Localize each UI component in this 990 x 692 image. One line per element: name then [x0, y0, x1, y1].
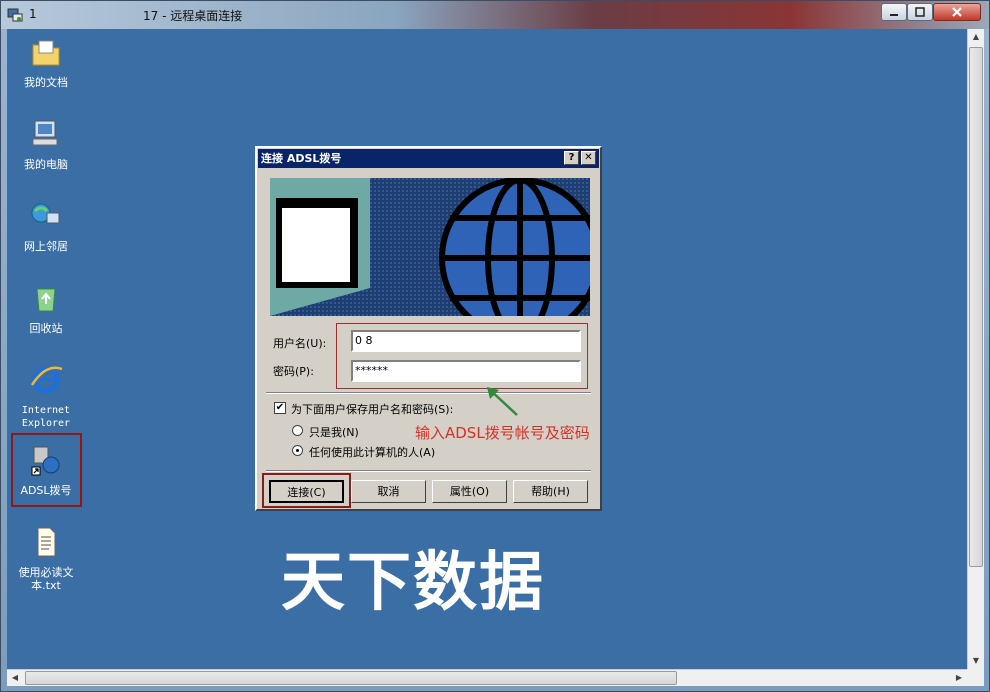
adsl-connect-dialog: 连接 ADSL拨号 ? ✕ 用户名(U): 0 8 密码(P): ****** [255, 146, 602, 511]
dialog-title: 连接 ADSL拨号 [258, 149, 599, 168]
desktop-icon-internet-explorer[interactable]: Internet Explorer [9, 363, 83, 430]
desktop-icon-label: 回收站 [29, 322, 63, 335]
annotation-text: 输入ADSL拨号帐号及密码 [415, 424, 590, 442]
desktop-icon-my-documents[interactable]: 我的文档 [9, 35, 83, 89]
radio-anyone-label: 任何使用此计算机的人(A) [309, 446, 436, 459]
credentials-highlight-box [336, 323, 588, 389]
vertical-scrollbar[interactable]: ▲ ▼ [967, 29, 984, 669]
dialog-close-button[interactable]: ✕ [581, 151, 596, 165]
recycle-bin-icon [36, 288, 56, 312]
separator [266, 392, 591, 394]
close-icon [952, 7, 962, 17]
desktop-icon-label: 我的文档 [24, 76, 68, 89]
desktop-icon-text-file[interactable]: 使用必读文本.txt [9, 525, 83, 592]
folder-icon [32, 40, 60, 66]
maximize-button[interactable] [907, 3, 933, 21]
save-credentials-checkbox[interactable]: ✔ [274, 402, 286, 414]
close-icon: ✕ [584, 152, 593, 163]
network-icon [31, 203, 60, 224]
maximize-icon [915, 7, 925, 17]
desktop-icon-label: Internet Explorer [21, 405, 71, 429]
desktop-icon-label: 网上邻居 [24, 240, 68, 253]
scroll-left-arrow-icon[interactable]: ◀ [7, 670, 23, 686]
checkmark-icon: ✔ [275, 402, 285, 413]
scroll-down-arrow-icon[interactable]: ▼ [968, 653, 984, 669]
dialup-banner-image [270, 178, 590, 316]
separator [266, 470, 591, 472]
remote-desktop-icon [7, 8, 23, 22]
scroll-right-arrow-icon[interactable]: ▶ [951, 670, 967, 686]
window-number: 1 [29, 7, 37, 21]
close-button[interactable] [933, 3, 981, 21]
scrollbar-corner [967, 669, 984, 686]
adsl-icon-highlight-box [11, 433, 82, 507]
help-button[interactable]: 帮助(H) [513, 480, 588, 503]
desktop-icon-network-places[interactable]: 网上邻居 [9, 199, 83, 253]
desktop-icon-my-computer[interactable]: 我的电脑 [9, 117, 83, 171]
username-label: 用户名(U): [273, 337, 327, 350]
properties-button[interactable]: 属性(O) [432, 480, 507, 503]
text-file-icon [37, 527, 56, 557]
connect-highlight-box [262, 473, 351, 508]
dialog-help-button[interactable]: ? [564, 151, 579, 165]
title-bar[interactable]: 1 17 - 远程桌面连接 [1, 1, 989, 29]
question-icon: ? [568, 152, 575, 163]
desktop-icon-label: 使用必读文本.txt [18, 566, 74, 592]
horizontal-scrollbar[interactable]: ◀ ▶ [7, 669, 967, 686]
annotation-arrow-icon [487, 387, 518, 416]
computer-icon [32, 120, 58, 146]
cancel-button[interactable]: 取消 [351, 480, 426, 503]
scroll-up-arrow-icon[interactable]: ▲ [968, 29, 984, 45]
minimize-button[interactable] [881, 3, 907, 21]
radio-anyone[interactable] [292, 445, 303, 456]
desktop-icon-recycle-bin[interactable]: 回收站 [9, 281, 83, 335]
radio-only-me[interactable] [292, 425, 303, 436]
window-title: 17 - 远程桌面连接 [143, 9, 243, 23]
password-label: 密码(P): [273, 365, 314, 378]
watermark-text: 天下数据 [281, 546, 545, 620]
radio-only-me-label: 只是我(N) [309, 426, 359, 439]
desktop-icon-label: 我的电脑 [24, 158, 68, 171]
internet-explorer-icon [30, 366, 63, 394]
remote-desktop-window: 1 17 - 远程桌面连接 我的文档 我的电脑 网上邻居 回收站 Interne… [0, 0, 990, 692]
minimize-icon [890, 14, 898, 16]
horizontal-scroll-thumb[interactable] [25, 671, 677, 685]
save-credentials-label: 为下面用户保存用户名和密码(S): [291, 403, 454, 416]
vertical-scroll-thumb[interactable] [969, 47, 983, 567]
